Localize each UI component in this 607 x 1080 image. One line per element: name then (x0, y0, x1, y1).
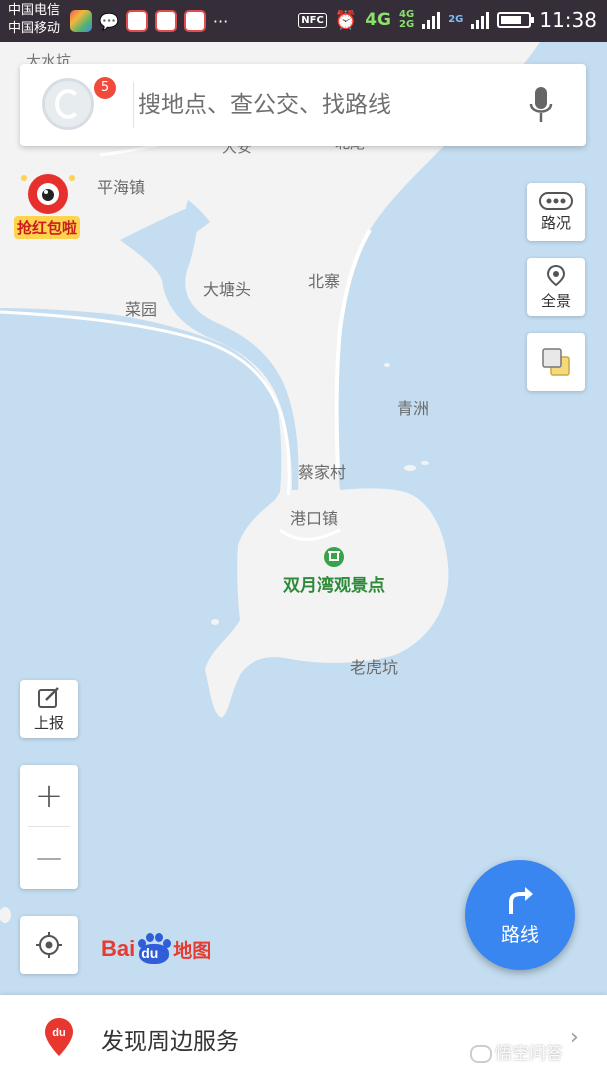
route-arrow-icon (509, 886, 533, 914)
nearby-services-bar[interactable]: du 发现周边服务 › 悟空问答 (0, 995, 607, 1080)
carrier-info: 中国电信 中国移动 (8, 2, 60, 38)
svg-text:du: du (52, 1027, 65, 1039)
report-label: 上报 (33, 713, 64, 732)
watermark-text: 悟空问答 (495, 1044, 563, 1064)
location-pin-icon (546, 264, 566, 286)
network-small-bottom: 2G (399, 19, 415, 30)
signal-icon-2 (471, 11, 490, 29)
baidu-map-logo: Bai du 地图 (101, 933, 211, 965)
poi-label: 双月湾观景点 (283, 576, 385, 596)
logo-bai: Bai (101, 936, 136, 961)
mascot-icon (21, 174, 75, 214)
edit-icon (38, 686, 59, 708)
map-label: 大塘头 (203, 280, 252, 299)
chevron-right-icon: › (570, 1025, 579, 1050)
alarm-icon: ⏰ (334, 9, 358, 31)
locate-icon (36, 932, 62, 958)
map-label: 蔡家村 (298, 463, 347, 482)
baidu-map-notification-icon (154, 10, 177, 32)
island (384, 363, 390, 367)
traffic-label: 路况 (540, 213, 571, 232)
zoom-controls: + — (20, 765, 78, 889)
network-small-2g: 2G (448, 14, 464, 25)
island (211, 619, 219, 625)
notification-badge: 5 (94, 77, 116, 99)
carrier-2: 中国移动 (8, 21, 61, 36)
status-right: NFC ⏰ 4G 4G 2G 2G 11:38 (298, 8, 597, 32)
panorama-label: 全景 (540, 291, 571, 310)
carrier-1: 中国电信 (8, 3, 61, 18)
route-label: 路线 (500, 923, 539, 946)
watermark: 悟空问答 (470, 1039, 563, 1064)
traffic-button[interactable]: 路况 (527, 183, 585, 241)
notification-icons: 💬 ··· (70, 10, 228, 32)
map-label: 老虎坑 (350, 658, 399, 677)
wechat-icon: 💬 (99, 11, 119, 31)
museum-icon (324, 547, 344, 567)
battery-icon (497, 12, 535, 28)
watermark-icon (470, 1045, 492, 1063)
more-notifications-icon: ··· (212, 11, 229, 31)
logo-du: du (141, 945, 159, 961)
status-bar: 中国电信 中国移动 💬 ··· NFC ⏰ 4G 4G 2G 2G 11:38 (0, 0, 607, 42)
route-button[interactable]: 路线 (465, 860, 575, 970)
red-envelope-mascot[interactable]: 抢红包啦 (10, 170, 86, 244)
logo-map: 地图 (173, 939, 212, 962)
network-small: 4G 2G (399, 10, 414, 30)
search-bar[interactable]: 5 (20, 64, 586, 146)
map-label: 平海镇 (97, 178, 146, 197)
baidu-map-notification-icon (183, 10, 206, 32)
divider (133, 82, 134, 128)
zoom-in-button[interactable]: + (20, 765, 78, 826)
layers-icon (542, 348, 570, 376)
poi-marker[interactable]: 双月湾观景点 (283, 547, 385, 596)
zoom-out-button[interactable]: — (20, 827, 78, 888)
microphone-icon[interactable] (527, 84, 555, 128)
signal-icon (422, 11, 441, 29)
mascot-label: 抢红包啦 (14, 216, 81, 239)
map-label: 青洲 (397, 399, 430, 418)
nearby-services-label: 发现周边服务 (101, 1029, 239, 1055)
app-notification-icon (70, 10, 92, 32)
nfc-icon: NFC (298, 12, 327, 28)
paw-icon: du (136, 933, 172, 965)
network-type: 4G (365, 10, 392, 30)
search-input[interactable] (138, 84, 498, 126)
island (421, 461, 429, 465)
baidu-map-notification-icon (125, 10, 148, 32)
panorama-button[interactable]: 全景 (527, 258, 585, 316)
traffic-icon (539, 191, 573, 210)
clock: 11:38 (539, 8, 597, 32)
locate-button[interactable] (20, 916, 78, 974)
island (404, 465, 416, 471)
report-button[interactable]: 上报 (20, 680, 78, 738)
layers-button[interactable] (527, 333, 585, 391)
baidu-pin-icon: du (45, 1018, 73, 1056)
map-label: 北寨 (308, 272, 341, 291)
map-label: 菜园 (125, 300, 158, 319)
battery-fill (501, 16, 521, 24)
map-label: 港口镇 (290, 509, 339, 528)
avatar[interactable] (42, 78, 94, 130)
